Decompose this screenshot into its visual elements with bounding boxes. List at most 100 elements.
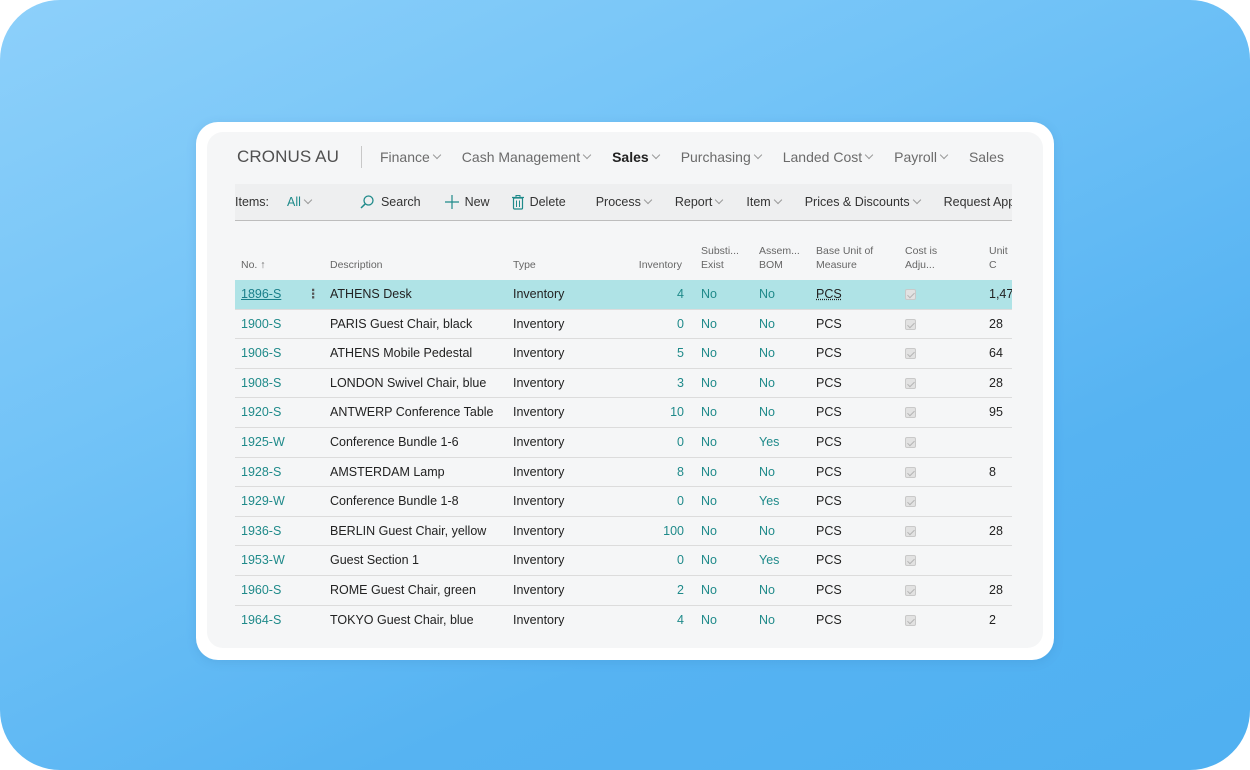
item-type: Inventory bbox=[513, 523, 565, 538]
action-menu-item[interactable]: Item bbox=[746, 195, 782, 209]
table-row[interactable]: 1896-S ⋮ ATHENS Desk Inventory 4 No No PCS 1,47 bbox=[235, 280, 1012, 310]
item-assembly-bom[interactable]: No bbox=[759, 369, 775, 398]
item-description: Conference Bundle 1-6 bbox=[330, 434, 459, 449]
delete-label: Delete bbox=[529, 195, 566, 209]
nav-menu-landed-cost[interactable]: Landed Cost bbox=[783, 149, 874, 165]
item-unit-price: 28 bbox=[989, 375, 1003, 390]
table-row[interactable]: 1936-S BERLIN Guest Chair, yellow Inventor… bbox=[235, 517, 1012, 547]
view-filter-dropdown[interactable]: All bbox=[287, 195, 313, 209]
item-inventory[interactable]: 8 bbox=[677, 458, 684, 487]
column-header-inventory[interactable]: Inventory bbox=[639, 258, 682, 272]
item-base-uom: PCS bbox=[816, 553, 842, 568]
item-unit-price bbox=[989, 546, 1012, 575]
item-unit-price: 1,47 bbox=[989, 287, 1012, 301]
column-header-assembly-bom[interactable]: Assem... BOM bbox=[759, 244, 800, 272]
item-assembly-bom[interactable]: No bbox=[759, 398, 775, 427]
item-no-link[interactable]: 1925-W bbox=[241, 428, 285, 457]
item-inventory[interactable]: 4 bbox=[677, 280, 684, 309]
action-menu-prices-discounts[interactable]: Prices & Discounts bbox=[805, 195, 921, 209]
item-unit-price bbox=[989, 428, 1012, 457]
nav-menu-sales[interactable]: Sales bbox=[969, 149, 1004, 165]
item-description: PARIS Guest Chair, black bbox=[330, 316, 473, 331]
column-header-substitutes[interactable]: Substi... Exist bbox=[701, 244, 739, 272]
column-header-description[interactable]: Description bbox=[330, 258, 383, 272]
items-grid: No. ↑ Description Type Inventory Substi.… bbox=[235, 222, 1012, 626]
item-assembly-bom[interactable]: No bbox=[759, 458, 775, 487]
item-no-link[interactable]: 1928-S bbox=[241, 458, 281, 487]
item-assembly-bom[interactable]: Yes bbox=[759, 546, 779, 575]
nav-menu-label: Payroll bbox=[894, 149, 937, 165]
item-inventory[interactable]: 0 bbox=[677, 546, 684, 575]
item-assembly-bom[interactable]: Yes bbox=[759, 487, 779, 516]
item-no-link[interactable]: 1929-W bbox=[241, 487, 285, 516]
table-row[interactable]: 1920-S ANTWERP Conference Table Inventory 1… bbox=[235, 398, 1012, 428]
nav-menu-purchasing[interactable]: Purchasing bbox=[680, 149, 762, 165]
table-row[interactable]: 1960-S ROME Guest Chair, green Inventory 2 N… bbox=[235, 576, 1012, 606]
table-row[interactable]: 1906-S ATHENS Mobile Pedestal Inventory 5 No… bbox=[235, 339, 1012, 369]
item-no-link[interactable]: 1920-S bbox=[241, 398, 281, 427]
action-menu-report[interactable]: Report bbox=[675, 195, 724, 209]
item-substitutes-exist: No bbox=[701, 375, 717, 390]
item-inventory[interactable]: 0 bbox=[677, 487, 684, 516]
item-no-link[interactable]: 1953-W bbox=[241, 546, 285, 575]
item-inventory[interactable]: 10 bbox=[670, 398, 684, 427]
item-inventory[interactable]: 100 bbox=[663, 517, 684, 546]
company-name[interactable]: CRONUS AU bbox=[237, 147, 339, 167]
item-no-link[interactable]: 1908-S bbox=[241, 369, 281, 398]
item-no-link[interactable]: 1906-S bbox=[241, 339, 281, 368]
item-no-link[interactable]: 1900-S bbox=[241, 310, 281, 339]
table-row[interactable]: 1964-S TOKYO Guest Chair, blue Inventory 4 N… bbox=[235, 606, 1012, 626]
header-line: Base Unit of bbox=[816, 245, 874, 257]
item-unit-price: 95 bbox=[989, 405, 1003, 420]
table-row[interactable]: 1908-S LONDON Swivel Chair, blue Inventory… bbox=[235, 369, 1012, 399]
new-button[interactable]: New bbox=[444, 195, 490, 209]
item-no-link[interactable]: 1960-S bbox=[241, 576, 281, 605]
item-inventory[interactable]: 0 bbox=[677, 310, 684, 339]
search-button[interactable]: Search bbox=[359, 194, 421, 210]
delete-button[interactable]: Delete bbox=[511, 194, 566, 210]
column-header-unit-price[interactable]: Unit C bbox=[989, 244, 1012, 272]
item-assembly-bom[interactable]: No bbox=[759, 310, 775, 339]
column-header-base-uom[interactable]: Base Unit of Measure bbox=[816, 244, 873, 272]
plus-icon bbox=[444, 195, 459, 209]
chevron-down-icon bbox=[864, 150, 874, 160]
nav-menu-payroll[interactable]: Payroll bbox=[894, 149, 949, 165]
header-line: Adju... bbox=[905, 259, 935, 271]
nav-menu-finance[interactable]: Finance bbox=[380, 149, 442, 165]
item-inventory[interactable]: 3 bbox=[677, 369, 684, 398]
item-assembly-bom[interactable]: Yes bbox=[759, 428, 779, 457]
table-row[interactable]: 1928-S AMSTERDAM Lamp Inventory 8 No No PCS 8 bbox=[235, 458, 1012, 488]
action-menu-process[interactable]: Process bbox=[596, 195, 653, 209]
column-header-cost-adjusted[interactable]: Cost is Adju... bbox=[905, 244, 937, 272]
table-row[interactable]: 1953-W Guest Section 1 Inventory 0 No Yes PCS bbox=[235, 546, 1012, 576]
column-header-type[interactable]: Type bbox=[513, 258, 536, 272]
table-row[interactable]: 1929-W Conference Bundle 1-8 Inventory 0 No Y… bbox=[235, 487, 1012, 517]
item-inventory[interactable]: 5 bbox=[677, 339, 684, 368]
item-base-uom: PCS bbox=[816, 523, 842, 538]
table-row[interactable]: 1925-W Conference Bundle 1-6 Inventory 0 No Y… bbox=[235, 428, 1012, 458]
column-header-no[interactable]: No. ↑ bbox=[241, 258, 266, 272]
nav-menu-label: Purchasing bbox=[680, 149, 751, 165]
item-no-link[interactable]: 1964-S bbox=[241, 606, 281, 626]
item-description: LONDON Swivel Chair, blue bbox=[330, 375, 487, 390]
item-assembly-bom[interactable]: No bbox=[759, 606, 775, 626]
nav-menu-sales[interactable]: Sales bbox=[612, 149, 660, 165]
item-inventory[interactable]: 2 bbox=[677, 576, 684, 605]
cost-adjusted-checkbox bbox=[905, 584, 916, 596]
nav-menu-cash-management[interactable]: Cash Management bbox=[462, 149, 592, 165]
row-actions-menu-icon[interactable]: ⋮ bbox=[307, 280, 320, 309]
item-assembly-bom[interactable]: No bbox=[759, 576, 775, 605]
item-assembly-bom[interactable]: No bbox=[759, 517, 775, 546]
item-assembly-bom[interactable]: No bbox=[759, 339, 775, 368]
item-type: Inventory bbox=[513, 287, 565, 301]
item-no-link[interactable]: 1936-S bbox=[241, 517, 281, 546]
item-inventory[interactable]: 0 bbox=[677, 428, 684, 457]
item-base-uom: PCS bbox=[816, 434, 842, 449]
item-inventory[interactable]: 4 bbox=[677, 606, 684, 626]
table-row[interactable]: 1900-S PARIS Guest Chair, black Inventory 0… bbox=[235, 310, 1012, 340]
item-no-link[interactable]: 1896-S bbox=[241, 280, 281, 309]
item-type: Inventory bbox=[513, 464, 565, 479]
request-approval-label: Request Appro bbox=[943, 195, 1012, 209]
request-approval-menu[interactable]: Request Appro bbox=[944, 195, 1012, 209]
item-assembly-bom[interactable]: No bbox=[759, 280, 775, 309]
